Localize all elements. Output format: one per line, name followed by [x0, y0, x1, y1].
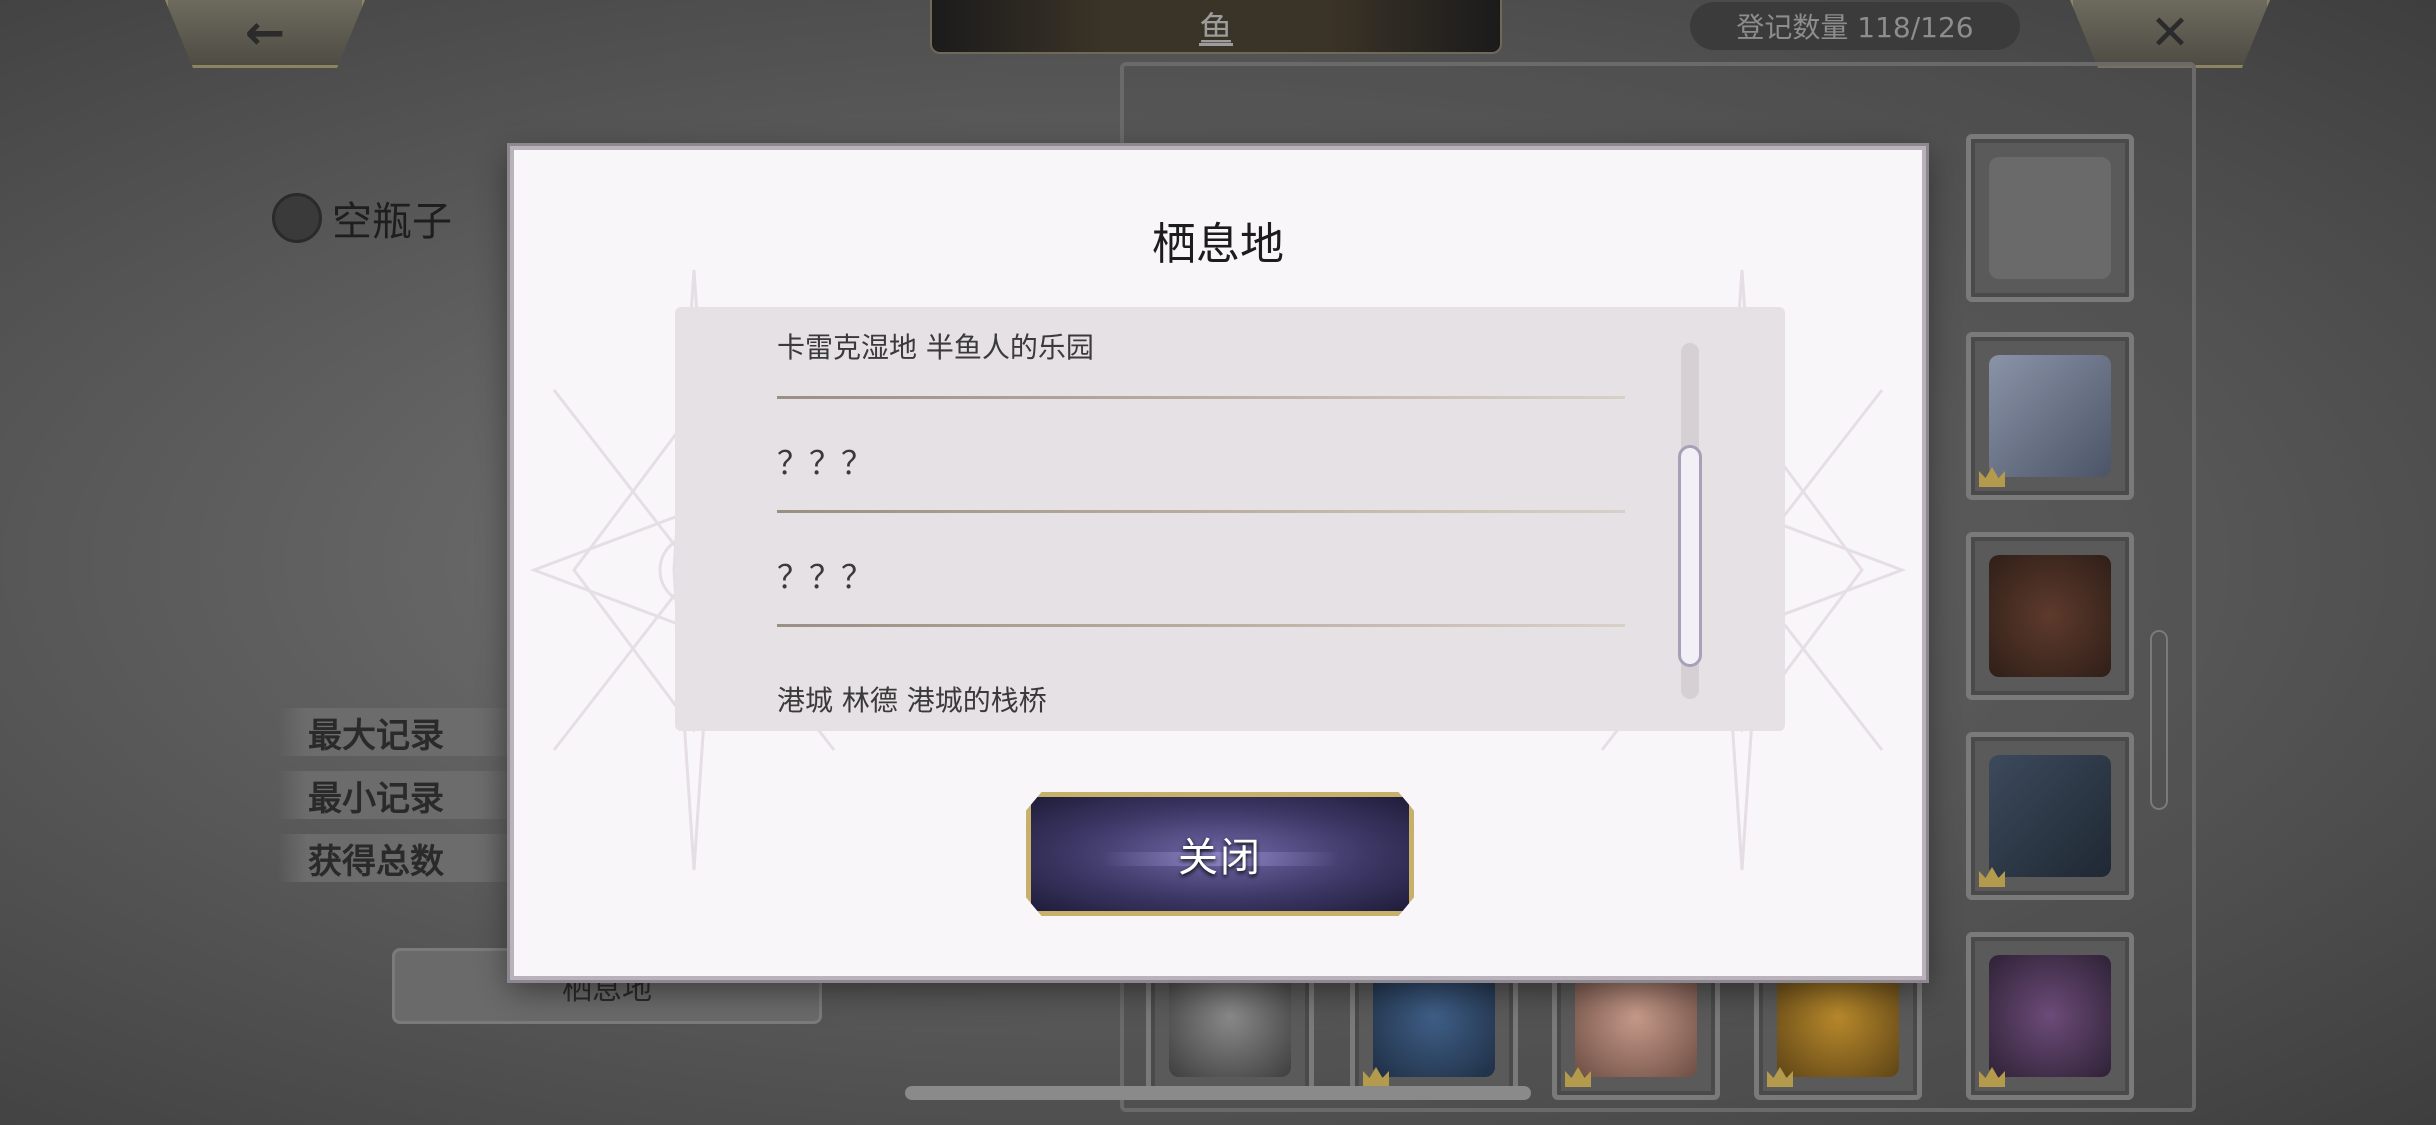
- register-count: 登记数量 118/126: [1690, 2, 2020, 50]
- collection-slot[interactable]: [1966, 332, 2134, 500]
- list-item: 卡雷克湿地 半鱼人的乐园: [777, 307, 1625, 399]
- glass-slipper-icon: [1989, 355, 2111, 477]
- collection-slot[interactable]: [1966, 134, 2134, 302]
- habitat-name: 卡雷克湿地 半鱼人的乐园: [777, 331, 1094, 364]
- stat-total-obtained: 获得总数: [278, 834, 518, 882]
- item-name: 空瓶子: [332, 199, 452, 245]
- back-button[interactable]: ←: [165, 0, 365, 68]
- squid-icon: [1989, 955, 2111, 1077]
- habitat-name: ？？？: [777, 558, 874, 596]
- list-item: 港城 林德 港城的栈桥: [777, 627, 1625, 731]
- habitat-name: 港城 林德 港城的栈桥: [777, 684, 1047, 717]
- pot-icon: [1989, 555, 2111, 677]
- habitat-name: ？？？: [777, 444, 874, 482]
- item-category-icon: [272, 193, 322, 243]
- collection-slot[interactable]: [1966, 532, 2134, 700]
- collection-slot[interactable]: [1966, 732, 2134, 900]
- collection-slot[interactable]: [1966, 932, 2134, 1100]
- stat-min-record: 最小记录: [278, 771, 518, 819]
- home-indicator[interactable]: [905, 1086, 1531, 1100]
- stat-max-record: 最大记录: [278, 708, 518, 756]
- fish-icon: [1989, 755, 2111, 877]
- list-item: ？？？: [777, 399, 1625, 513]
- list-scrollbar-thumb[interactable]: [1678, 445, 1702, 667]
- dialog-title: 栖息地: [1152, 219, 1284, 270]
- close-button-label: 关闭: [1178, 835, 1262, 881]
- close-button[interactable]: 关闭: [1026, 792, 1414, 916]
- category-title-plate: 鱼: [930, 0, 1502, 54]
- collection-scrollbar[interactable]: [2150, 630, 2168, 810]
- item-name-row: 空瓶子: [272, 190, 452, 246]
- habitat-dialog: 栖息地 卡雷克湿地 半鱼人的乐园 ？？？ ？？？ 港城 林德 港城的栈桥 关闭: [510, 146, 1926, 980]
- back-arrow-icon: ←: [244, 4, 286, 61]
- close-icon: ✕: [2149, 4, 2191, 61]
- habitat-list[interactable]: 卡雷克湿地 半鱼人的乐园 ？？？ ？？？ 港城 林德 港城的栈桥: [675, 307, 1785, 731]
- category-title: 鱼: [1199, 9, 1233, 50]
- list-item: ？？？: [777, 513, 1625, 627]
- empty-slot-icon: [1989, 157, 2111, 279]
- exit-button[interactable]: ✕: [2070, 0, 2270, 68]
